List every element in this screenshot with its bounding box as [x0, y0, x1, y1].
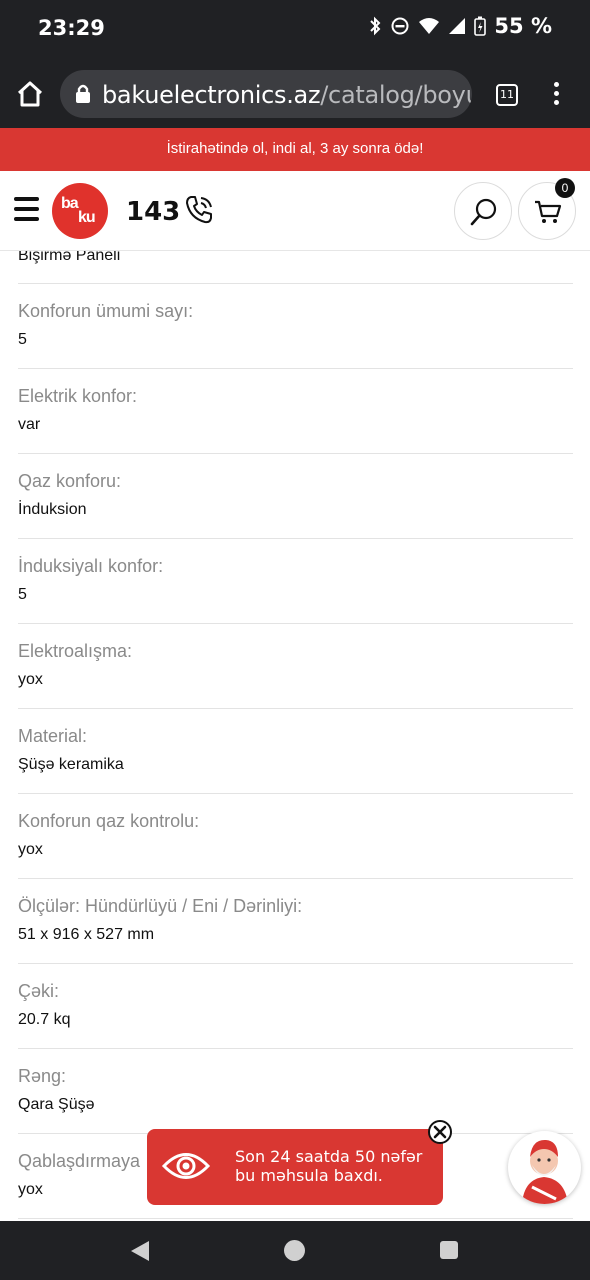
- spec-list: Bişirmə Paneli Konforun ümumi sayı: 5 El…: [18, 251, 573, 1221]
- url-bar[interactable]: bakuelectronics.az/catalog/boyu: [60, 70, 472, 118]
- spec-label: Konforun ümumi sayı:: [18, 301, 194, 321]
- recents-button[interactable]: [440, 1241, 458, 1259]
- spec-value: Şüşə keramika: [18, 756, 124, 773]
- browser-toolbar: bakuelectronics.az/catalog/boyu 11: [0, 60, 590, 128]
- spec-row: Elektroalışma: yox: [18, 624, 573, 709]
- cart-count-badge: 0: [555, 178, 575, 198]
- spec-label: İnduksiyalı konfor:: [18, 556, 164, 576]
- spec-label: Ölçülər: Hündürlüyü / Eni / Dərinliyi:: [18, 896, 303, 916]
- home-button[interactable]: [284, 1240, 305, 1261]
- battery-icon: [474, 16, 487, 36]
- site-header: ba ku 143 0: [0, 171, 590, 251]
- tab-switcher-button[interactable]: 11: [496, 84, 518, 106]
- toast-line-2: bu məhsula baxdı.: [235, 1166, 383, 1185]
- spec-value: İnduksion: [18, 501, 87, 518]
- system-nav-bar: [0, 1221, 590, 1280]
- spec-value: yox: [18, 1181, 43, 1198]
- spec-row: Konforun ümumi sayı: 5: [18, 284, 573, 369]
- spec-label: Qablaşdırmaya: [18, 1151, 141, 1171]
- spec-row: İnduksiyalı konfor: 5: [18, 539, 573, 624]
- url-path: /catalog/boyu: [320, 81, 472, 109]
- views-notification-toast[interactable]: Son 24 saatda 50 nəfər bu məhsula baxdı.: [147, 1129, 443, 1205]
- signal-icon: [449, 18, 466, 34]
- chat-assistant-button[interactable]: [508, 1131, 581, 1204]
- spec-value: yox: [18, 841, 43, 858]
- eye-icon: [161, 1153, 211, 1179]
- spec-row: Çəki: 20.7 kq: [18, 964, 573, 1049]
- spec-row: Konforun qaz kontrolu: yox: [18, 794, 573, 879]
- wifi-icon: [419, 18, 440, 34]
- spec-value: var: [18, 416, 41, 433]
- toast-message: Son 24 saatda 50 nəfər bu məhsula baxdı.: [235, 1147, 422, 1185]
- battery-percent: 55 %: [494, 14, 552, 38]
- back-icon[interactable]: [130, 1240, 150, 1262]
- toast-close-button[interactable]: [428, 1120, 452, 1144]
- close-icon: [433, 1125, 447, 1139]
- phone-icon[interactable]: [182, 193, 216, 227]
- hamburger-menu-icon[interactable]: [14, 197, 39, 221]
- url-text: bakuelectronics.az/catalog/boyu: [102, 81, 472, 109]
- spec-label: Rəng:: [18, 1066, 67, 1086]
- spec-row: Rəng: Qara Şüşə: [18, 1049, 573, 1134]
- bluetooth-icon: [370, 16, 381, 36]
- spec-row: Ölçülər: Hündürlüyü / Eni / Dərinliyi: 5…: [18, 879, 573, 964]
- status-icons: 55 %: [368, 14, 552, 38]
- mascot-avatar-icon: [522, 1139, 568, 1204]
- cart-button[interactable]: 0: [518, 178, 576, 240]
- spec-value: 5: [18, 331, 27, 348]
- spec-label: Elektrik konfor:: [18, 386, 138, 406]
- dnd-icon: [391, 17, 409, 35]
- cart-icon: [535, 200, 562, 223]
- promo-banner[interactable]: İstirahətində ol, indi al, 3 ay sonra öd…: [0, 128, 590, 171]
- search-icon: [470, 198, 497, 226]
- spec-row: Qaz konforu: İnduksion: [18, 454, 573, 539]
- spec-label: Konforun qaz kontrolu:: [18, 811, 200, 831]
- spec-value: 51 x 916 x 527 mm: [18, 926, 155, 943]
- spec-label: Material:: [18, 726, 88, 746]
- logo-text-bottom: ku: [78, 209, 96, 226]
- overflow-menu-icon[interactable]: [546, 82, 566, 108]
- spec-label: Qaz konforu:: [18, 471, 122, 491]
- spec-label: Elektroalışma:: [18, 641, 133, 661]
- logo-text-top: ba: [61, 195, 79, 212]
- spec-value: 5: [18, 586, 27, 603]
- spec-row: Elektrik konfor: var: [18, 369, 573, 454]
- spec-value: 20.7 kq: [18, 1011, 71, 1028]
- status-time: 23:29: [38, 16, 105, 40]
- lock-icon: [76, 84, 90, 103]
- hotline-number[interactable]: 143: [126, 197, 180, 227]
- site-logo[interactable]: ba ku: [52, 183, 108, 239]
- toast-line-1: Son 24 saatda 50 nəfər: [235, 1147, 423, 1166]
- spec-row: Material: Şüşə keramika: [18, 709, 573, 794]
- home-icon[interactable]: [14, 78, 46, 110]
- spec-label: Çəki:: [18, 981, 60, 1001]
- spec-value: yox: [18, 671, 43, 688]
- spec-value-partial: Bişirmə Paneli: [18, 251, 121, 264]
- status-bar: 23:29 55 %: [0, 0, 590, 60]
- url-domain: bakuelectronics.az: [102, 81, 321, 109]
- search-button[interactable]: [454, 182, 512, 240]
- spec-value: Qara Şüşə: [18, 1096, 95, 1113]
